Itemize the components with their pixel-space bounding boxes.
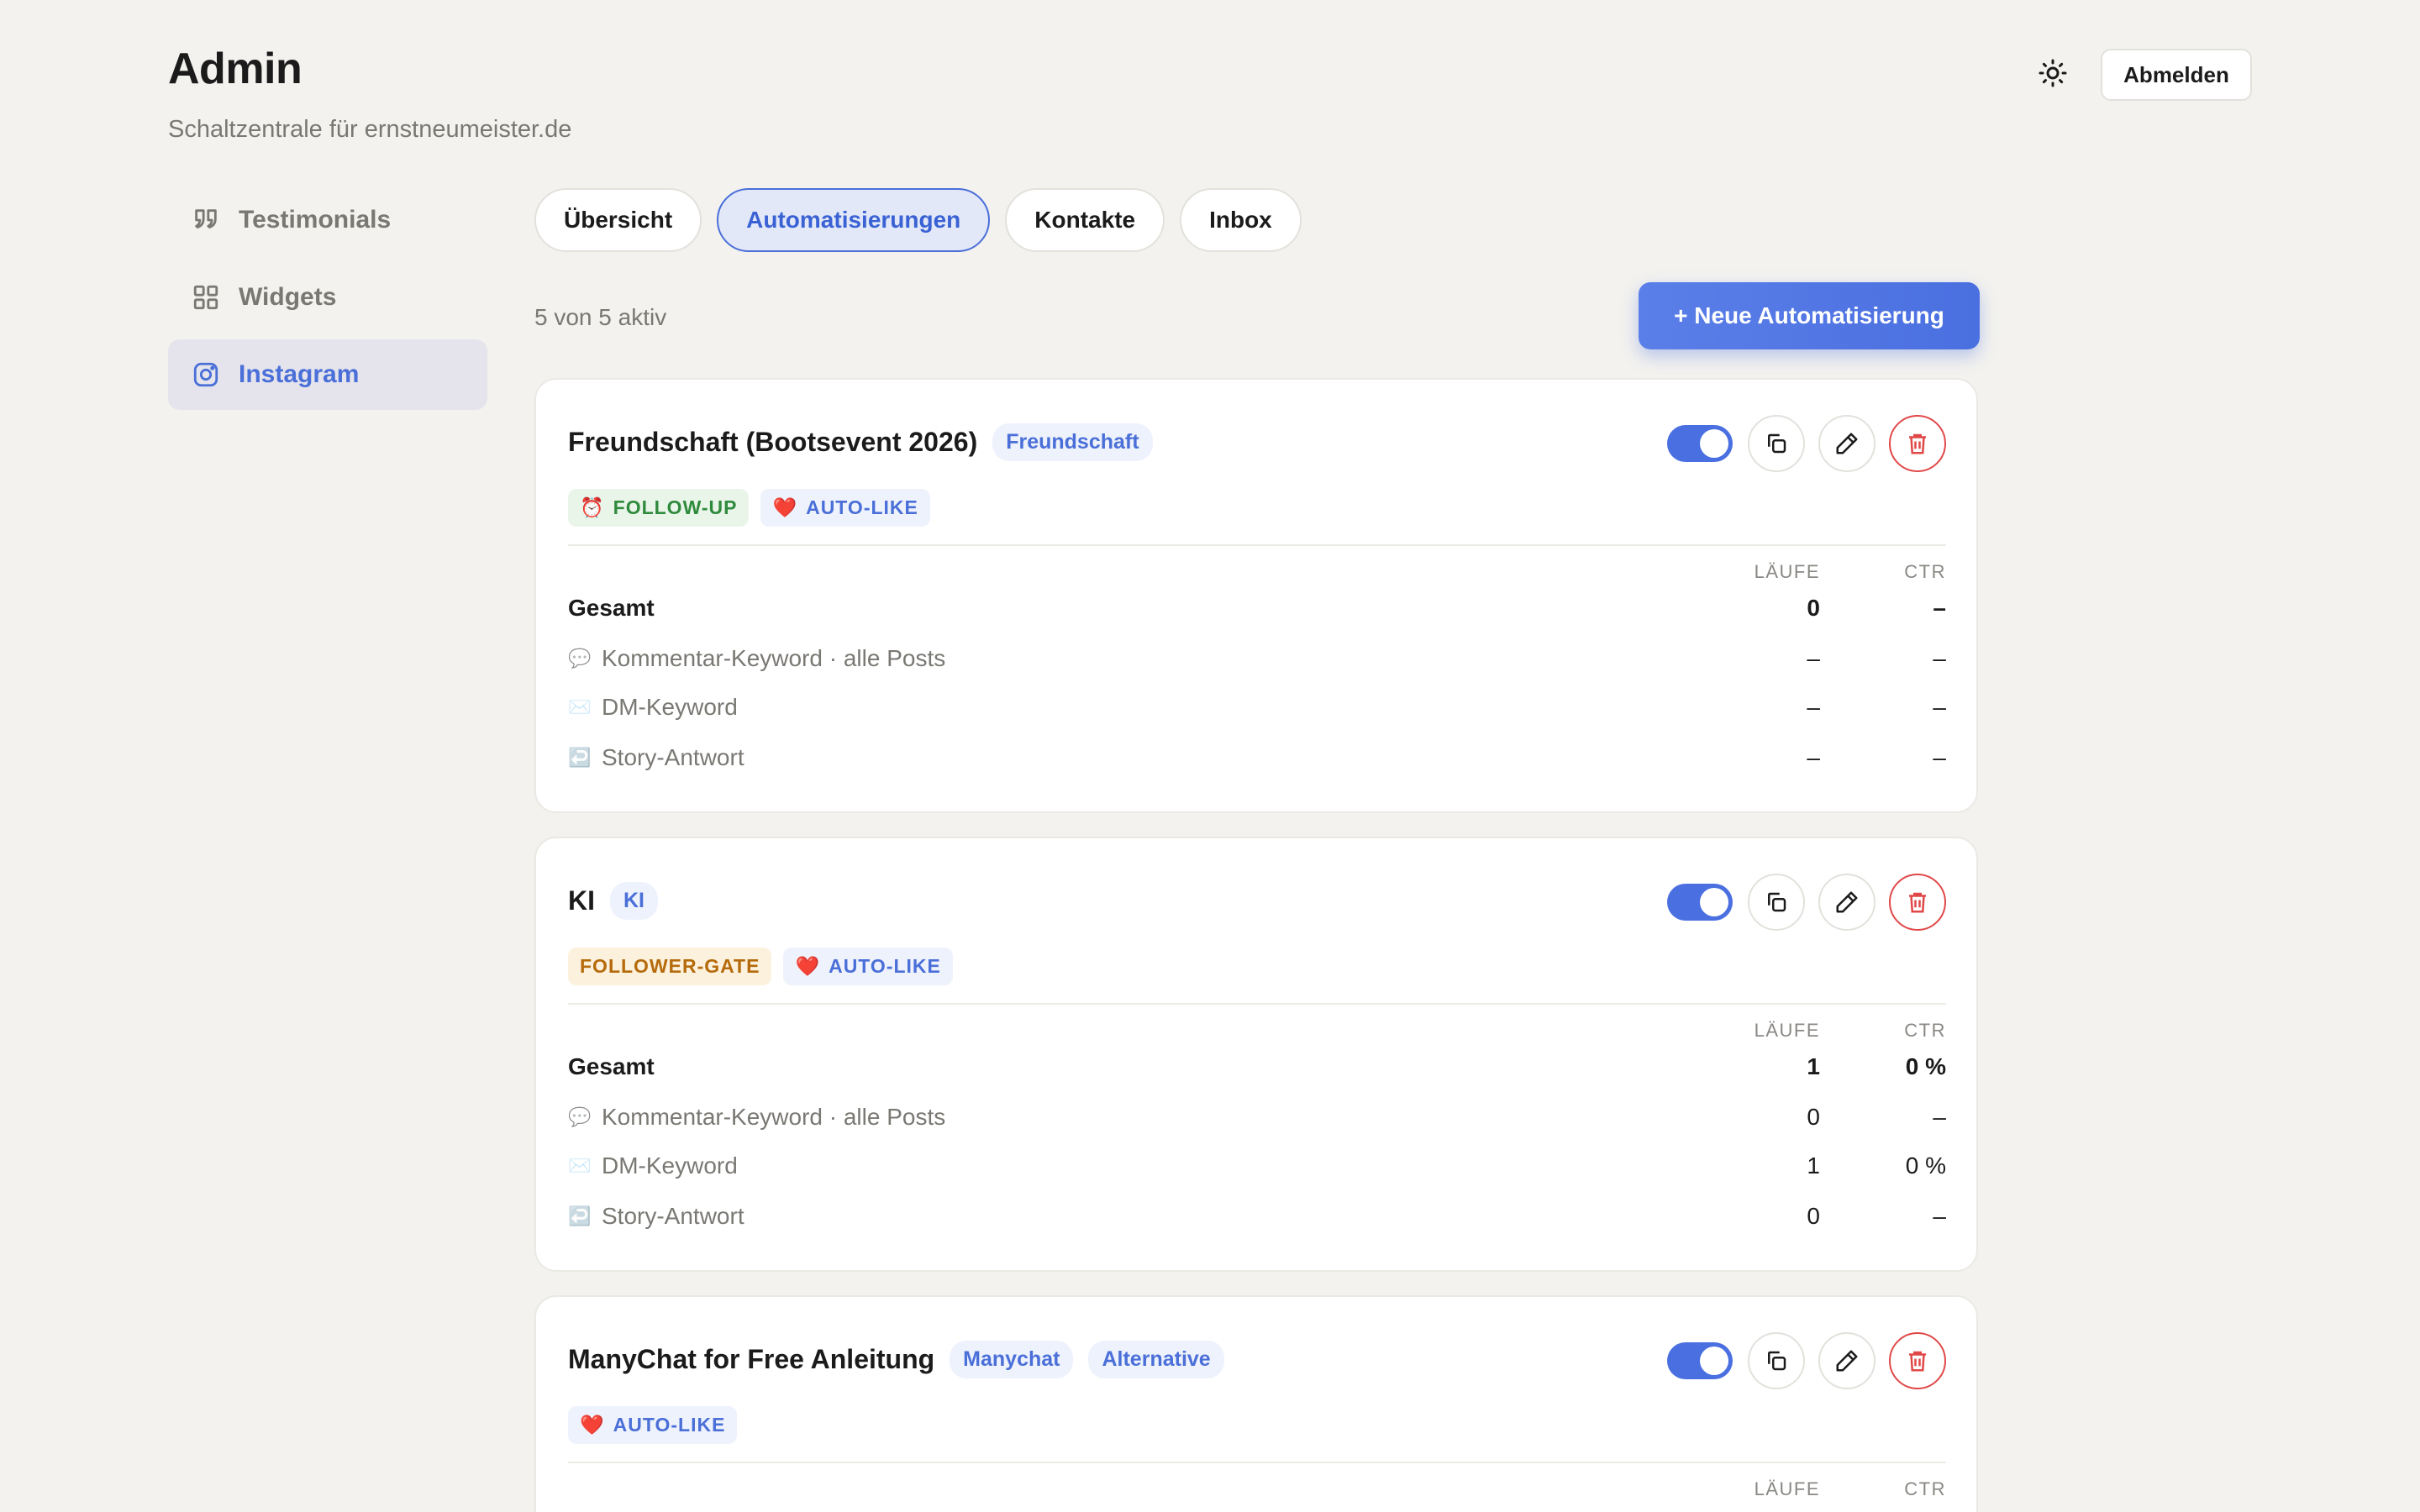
edit-button[interactable]	[1818, 874, 1876, 931]
theme-toggle-button[interactable]	[2032, 52, 2074, 94]
pencil-icon	[1836, 891, 1858, 913]
tab-inbox[interactable]: Inbox	[1180, 188, 1302, 252]
stats-row: ✉️ DM-Keyword – –	[568, 694, 1946, 720]
badge-follow-up: ⏰ FOLLOW-UP	[568, 489, 750, 527]
comment-icon: 💬	[568, 648, 592, 669]
divider	[568, 1462, 1946, 1463]
stats-row: 💬 Kommentar-Keyword · alle Posts – –	[568, 645, 1946, 671]
stats-row: ↩️ Story-Antwort – –	[568, 744, 1946, 770]
trash-icon	[1909, 433, 1926, 454]
column-header-runs: LÄUFE	[1754, 1020, 1820, 1041]
column-header-runs: LÄUFE	[1754, 561, 1820, 582]
divider	[568, 1003, 1946, 1005]
duplicate-button[interactable]	[1748, 874, 1805, 931]
instagram-icon	[193, 362, 218, 387]
tab-uebersicht[interactable]: Übersicht	[534, 188, 702, 252]
trash-icon	[1909, 892, 1926, 913]
alarm-clock-icon: ⏰	[580, 496, 605, 518]
tab-kontakte[interactable]: Kontakte	[1005, 188, 1165, 252]
tab-bar: Übersicht Automatisierungen Kontakte Inb…	[534, 188, 1302, 252]
trash-icon	[1909, 1351, 1926, 1372]
edit-button[interactable]	[1818, 1332, 1876, 1389]
heart-icon: ❤️	[795, 955, 821, 977]
quote-icon	[195, 209, 217, 228]
automation-card: KI KI FOLLOWER-GATE ❤️ AUTO-LIKE LÄUFE CT…	[534, 837, 1978, 1272]
automation-card: Freundschaft (Bootsevent 2026) Freundsch…	[534, 378, 1978, 813]
divider	[568, 544, 1946, 546]
delete-button[interactable]	[1889, 874, 1946, 931]
automation-tag: Freundschaft	[992, 423, 1153, 461]
pencil-icon	[1836, 433, 1858, 454]
page-title: Admin	[168, 45, 302, 93]
active-toggle[interactable]	[1667, 884, 1733, 921]
sidebar-item-label: Instagram	[239, 360, 360, 388]
sidebar: Testimonials Widgets Instagram	[168, 185, 487, 417]
column-header-ctr: CTR	[1904, 1478, 1946, 1499]
stats-row: ↩️ Story-Antwort 0–	[568, 1203, 1946, 1229]
sidebar-item-label: Widgets	[239, 283, 337, 311]
automation-tag: Alternative	[1088, 1341, 1224, 1378]
reply-icon: ↩️	[568, 747, 592, 768]
grid-icon	[193, 285, 218, 310]
envelope-icon: ✉️	[568, 1155, 592, 1176]
column-header-ctr: CTR	[1904, 1020, 1946, 1041]
comment-icon: 💬	[568, 1106, 592, 1127]
badge-auto-like: ❤️ AUTO-LIKE	[568, 1406, 738, 1444]
copy-icon	[1768, 1351, 1786, 1371]
stats-row: 💬 Kommentar-Keyword · alle Posts 0–	[568, 1104, 1946, 1130]
heart-icon: ❤️	[772, 496, 798, 518]
automation-title: Freundschaft (Bootsevent 2026)	[568, 427, 978, 457]
stats-row: ✉️ DM-Keyword 1 0 %	[568, 1152, 1946, 1179]
delete-button[interactable]	[1889, 415, 1946, 472]
duplicate-button[interactable]	[1748, 1332, 1805, 1389]
envelope-icon: ✉️	[568, 696, 592, 717]
sun-icon	[2039, 59, 2067, 87]
sidebar-item-instagram[interactable]: Instagram	[168, 339, 487, 410]
new-automation-button[interactable]: + Neue Automatisierung	[1639, 282, 1980, 349]
automation-tag: Manychat	[950, 1341, 1074, 1378]
badge-auto-like: ❤️ AUTO-LIKE	[783, 948, 953, 985]
copy-icon	[1768, 433, 1786, 454]
column-header-ctr: CTR	[1904, 561, 1946, 582]
sidebar-item-testimonials[interactable]: Testimonials	[168, 185, 487, 255]
column-header-runs: LÄUFE	[1754, 1478, 1820, 1499]
page-subtitle: Schaltzentrale für ernstneumeister.de	[168, 116, 572, 143]
automation-title: KI	[568, 885, 595, 916]
sidebar-item-label: Testimonials	[239, 206, 392, 234]
copy-icon	[1768, 892, 1786, 912]
active-toggle[interactable]	[1667, 425, 1733, 462]
stats-total-row: Gesamt 1 0 %	[568, 1053, 1946, 1079]
badge-auto-like: ❤️ AUTO-LIKE	[760, 489, 930, 527]
tab-automatisierungen[interactable]: Automatisierungen	[717, 188, 991, 252]
edit-button[interactable]	[1818, 415, 1876, 472]
duplicate-button[interactable]	[1748, 415, 1805, 472]
automation-title: ManyChat for Free Anleitung	[568, 1344, 935, 1374]
heart-icon: ❤️	[580, 1414, 605, 1436]
automation-card: ManyChat for Free Anleitung Manychat Alt…	[534, 1295, 1978, 1512]
badge-follower-gate: FOLLOWER-GATE	[568, 948, 772, 985]
active-count-text: 5 von 5 aktiv	[534, 304, 667, 330]
reply-icon: ↩️	[568, 1205, 592, 1226]
logout-button[interactable]: Abmelden	[2101, 49, 2252, 101]
automation-tag: KI	[610, 882, 658, 920]
sidebar-item-widgets[interactable]: Widgets	[168, 262, 487, 333]
delete-button[interactable]	[1889, 1332, 1946, 1389]
pencil-icon	[1836, 1350, 1858, 1372]
active-toggle[interactable]	[1667, 1342, 1733, 1379]
stats-total-row: Gesamt 0–	[568, 595, 1946, 621]
